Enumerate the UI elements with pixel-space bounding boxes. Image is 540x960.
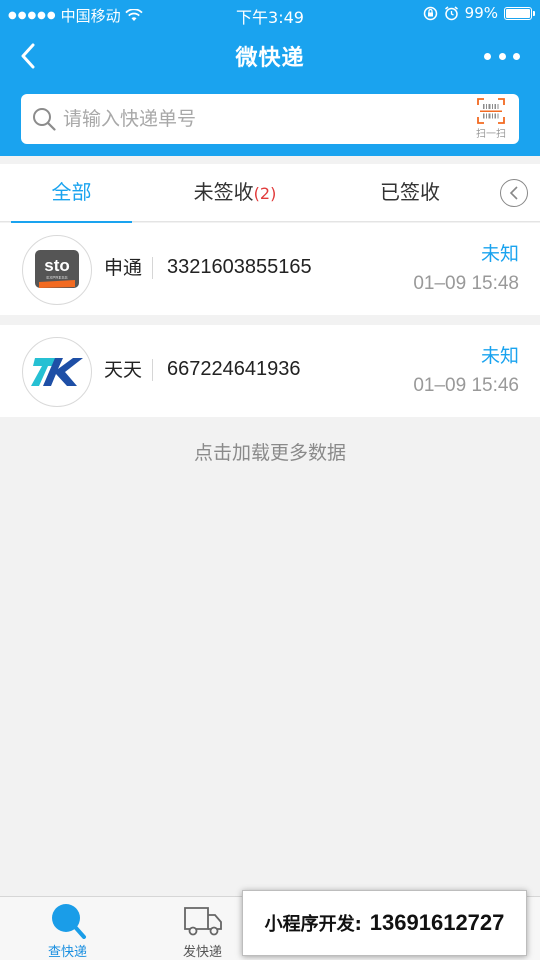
sto-logo-subtext: EXPRESS bbox=[46, 275, 67, 280]
search-icon bbox=[33, 108, 56, 131]
courier-name: 天天 bbox=[104, 359, 154, 381]
update-time: 01–09 15:48 bbox=[413, 273, 519, 294]
ad-phone: 13691612727 bbox=[369, 910, 505, 935]
load-more-link[interactable]: 点击加载更多数据 bbox=[0, 438, 540, 465]
scan-button[interactable]: 扫一扫 bbox=[471, 97, 511, 141]
tab-count-badge: (2) bbox=[253, 184, 277, 203]
tiantian-logo bbox=[22, 337, 92, 407]
delivery-status: 未知 bbox=[480, 345, 519, 367]
sto-logo-text: sto bbox=[44, 256, 70, 275]
tracking-number: 667224641936 bbox=[167, 358, 301, 380]
status-right: 99% bbox=[423, 4, 535, 22]
tab-scroll-left-button[interactable] bbox=[500, 179, 528, 207]
update-time: 01–09 15:46 bbox=[413, 375, 519, 396]
page-title: 微快递 bbox=[235, 46, 305, 71]
more-button[interactable] bbox=[484, 46, 520, 66]
search-icon bbox=[51, 904, 86, 939]
tab-label: 已签收 bbox=[380, 180, 440, 204]
ad-label: 小程序开发: bbox=[264, 914, 362, 935]
more-dot-icon bbox=[513, 52, 520, 60]
tiantian-logo-icon bbox=[31, 358, 83, 386]
rotation-lock-icon bbox=[423, 6, 437, 20]
tracking-number: 3321603855165 bbox=[167, 256, 312, 278]
truck-icon bbox=[183, 907, 222, 936]
tab-all[interactable]: 全部 bbox=[11, 164, 132, 223]
filter-tabs: 全部 未签收(2) 已签收 bbox=[0, 164, 540, 223]
app-header: ●●●●● 中国移动 下午3:49 99% 微快递 请输入快递单号 扫一扫 bbox=[0, 0, 540, 156]
search-input[interactable] bbox=[63, 100, 463, 138]
bottom-tab-label: 查快递 bbox=[47, 945, 87, 960]
bottom-tab-track[interactable]: 查快递 bbox=[0, 897, 135, 960]
battery-icon bbox=[504, 6, 535, 20]
tab-label: 未签收 bbox=[193, 180, 254, 204]
package-item[interactable]: 天天 667224641936 未知 01–09 15:46 bbox=[0, 325, 540, 417]
ad-banner: 小程序开发: 13691612727 bbox=[242, 890, 527, 956]
chevron-left-icon bbox=[509, 186, 518, 200]
sto-logo-icon: sto EXPRESS bbox=[35, 250, 79, 288]
status-bar: ●●●●● 中国移动 下午3:49 99% bbox=[0, 0, 540, 28]
search-box: 扫一扫 bbox=[21, 94, 519, 144]
tab-signed[interactable]: 已签收 bbox=[345, 164, 475, 222]
sto-logo: sto EXPRESS bbox=[22, 235, 92, 305]
more-dot-icon bbox=[498, 52, 506, 60]
courier-name: 申通 bbox=[104, 257, 154, 279]
scan-label: 扫一扫 bbox=[476, 129, 506, 140]
tab-label: 全部 bbox=[51, 180, 92, 204]
delivery-status: 未知 bbox=[480, 243, 519, 265]
alarm-icon bbox=[444, 5, 458, 20]
nav-bar: 微快递 bbox=[0, 28, 540, 84]
package-item[interactable]: sto EXPRESS 申通 3321603855165 未知 01–09 15… bbox=[0, 223, 540, 315]
battery-percent: 99% bbox=[464, 4, 498, 22]
tab-unsigned[interactable]: 未签收(2) bbox=[170, 164, 300, 222]
bottom-tab-label: 发快递 bbox=[182, 945, 222, 960]
more-dot-icon bbox=[484, 52, 491, 60]
barcode-scan-icon bbox=[477, 98, 505, 124]
